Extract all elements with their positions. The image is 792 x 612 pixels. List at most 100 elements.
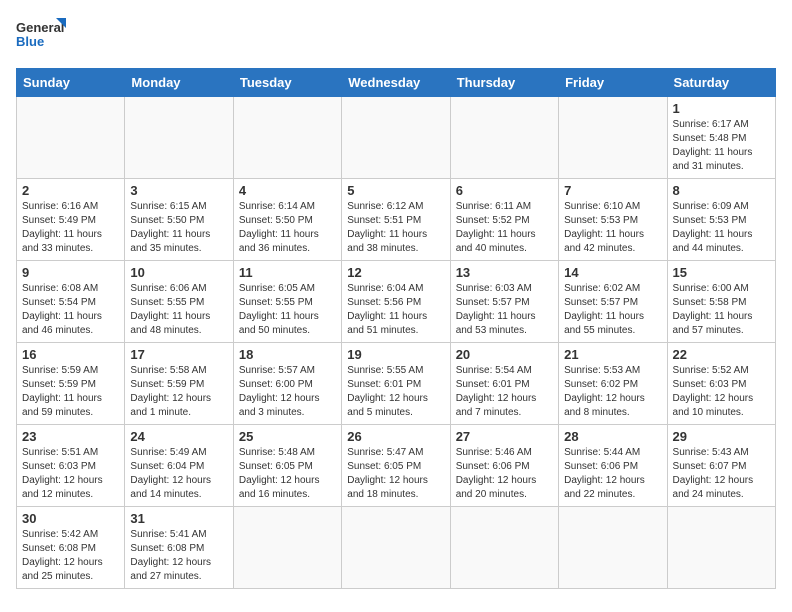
day-info: Sunrise: 6:06 AM Sunset: 5:55 PM Dayligh…	[130, 282, 227, 338]
calendar-week-row: 9 Sunrise: 6:08 AM Sunset: 5:54 PM Daylig…	[17, 261, 776, 343]
day-number: 25	[239, 429, 336, 444]
calendar-week-row: 30 Sunrise: 5:42 AM Sunset: 6:08 PM Dayli…	[17, 507, 776, 589]
calendar-week-row: 16Sunrise: 5:59 AM Sunset: 5:59 PM Dayli…	[17, 343, 776, 425]
svg-text:General: General	[16, 20, 64, 35]
calendar-cell: 20 Sunrise: 5:54 AM Sunset: 6:01 PM Dayli…	[450, 343, 558, 425]
day-number: 22	[673, 347, 770, 362]
logo: General Blue	[16, 16, 66, 58]
column-header-monday: Monday	[125, 69, 233, 97]
day-info: Sunrise: 5:52 AM Sunset: 6:03 PM Dayligh…	[673, 364, 770, 420]
day-number: 1	[673, 101, 770, 116]
day-number: 18	[239, 347, 336, 362]
day-number: 19	[347, 347, 444, 362]
day-number: 3	[130, 183, 227, 198]
calendar-cell: 16Sunrise: 5:59 AM Sunset: 5:59 PM Dayli…	[17, 343, 125, 425]
day-number: 9	[22, 265, 119, 280]
calendar-cell: 30 Sunrise: 5:42 AM Sunset: 6:08 PM Dayli…	[17, 507, 125, 589]
calendar-cell	[342, 97, 450, 179]
calendar-cell	[559, 97, 667, 179]
calendar-cell: 11Sunrise: 6:05 AM Sunset: 5:55 PM Dayli…	[233, 261, 341, 343]
calendar-cell: 28Sunrise: 5:44 AM Sunset: 6:06 PM Dayli…	[559, 425, 667, 507]
calendar-cell: 17Sunrise: 5:58 AM Sunset: 5:59 PM Dayli…	[125, 343, 233, 425]
calendar-cell: 31 Sunrise: 5:41 AM Sunset: 6:08 PM Dayli…	[125, 507, 233, 589]
calendar-cell	[233, 507, 341, 589]
day-number: 2	[22, 183, 119, 198]
calendar-cell: 26 Sunrise: 5:47 AM Sunset: 6:05 PM Dayli…	[342, 425, 450, 507]
calendar-cell: 2Sunrise: 6:16 AM Sunset: 5:49 PM Daylig…	[17, 179, 125, 261]
day-info: Sunrise: 6:10 AM Sunset: 5:53 PM Dayligh…	[564, 200, 661, 256]
calendar-header-row: SundayMondayTuesdayWednesdayThursdayFrid…	[17, 69, 776, 97]
day-info: Sunrise: 5:44 AM Sunset: 6:06 PM Dayligh…	[564, 446, 661, 502]
calendar-cell	[450, 97, 558, 179]
svg-text:Blue: Blue	[16, 34, 44, 49]
day-info: Sunrise: 5:54 AM Sunset: 6:01 PM Dayligh…	[456, 364, 553, 420]
calendar-cell: 29Sunrise: 5:43 AM Sunset: 6:07 PM Dayli…	[667, 425, 775, 507]
day-number: 20	[456, 347, 553, 362]
day-info: Sunrise: 6:05 AM Sunset: 5:55 PM Dayligh…	[239, 282, 336, 338]
column-header-friday: Friday	[559, 69, 667, 97]
day-info: Sunrise: 6:02 AM Sunset: 5:57 PM Dayligh…	[564, 282, 661, 338]
day-info: Sunrise: 5:42 AM Sunset: 6:08 PM Dayligh…	[22, 528, 119, 584]
calendar-cell: 27Sunrise: 5:46 AM Sunset: 6:06 PM Dayli…	[450, 425, 558, 507]
day-info: Sunrise: 5:41 AM Sunset: 6:08 PM Dayligh…	[130, 528, 227, 584]
day-info: Sunrise: 6:17 AM Sunset: 5:48 PM Dayligh…	[673, 118, 770, 174]
day-number: 14	[564, 265, 661, 280]
day-number: 31	[130, 511, 227, 526]
day-info: Sunrise: 5:55 AM Sunset: 6:01 PM Dayligh…	[347, 364, 444, 420]
calendar-week-row: 23 Sunrise: 5:51 AM Sunset: 6:03 PM Dayli…	[17, 425, 776, 507]
calendar-cell	[667, 507, 775, 589]
day-number: 23	[22, 429, 119, 444]
day-info: Sunrise: 5:47 AM Sunset: 6:05 PM Dayligh…	[347, 446, 444, 502]
calendar-cell: 9 Sunrise: 6:08 AM Sunset: 5:54 PM Daylig…	[17, 261, 125, 343]
day-number: 26	[347, 429, 444, 444]
calendar-cell: 5 Sunrise: 6:12 AM Sunset: 5:51 PM Daylig…	[342, 179, 450, 261]
day-info: Sunrise: 6:12 AM Sunset: 5:51 PM Dayligh…	[347, 200, 444, 256]
day-number: 10	[130, 265, 227, 280]
day-number: 13	[456, 265, 553, 280]
calendar-cell	[450, 507, 558, 589]
day-info: Sunrise: 6:03 AM Sunset: 5:57 PM Dayligh…	[456, 282, 553, 338]
day-info: Sunrise: 6:08 AM Sunset: 5:54 PM Dayligh…	[22, 282, 119, 338]
day-info: Sunrise: 6:15 AM Sunset: 5:50 PM Dayligh…	[130, 200, 227, 256]
column-header-thursday: Thursday	[450, 69, 558, 97]
calendar-cell: 14 Sunrise: 6:02 AM Sunset: 5:57 PM Dayli…	[559, 261, 667, 343]
calendar-cell: 13 Sunrise: 6:03 AM Sunset: 5:57 PM Dayli…	[450, 261, 558, 343]
column-header-tuesday: Tuesday	[233, 69, 341, 97]
logo-svg: General Blue	[16, 16, 66, 58]
calendar-cell: 1 Sunrise: 6:17 AM Sunset: 5:48 PM Daylig…	[667, 97, 775, 179]
calendar-week-row: 2Sunrise: 6:16 AM Sunset: 5:49 PM Daylig…	[17, 179, 776, 261]
calendar-cell: 3 Sunrise: 6:15 AM Sunset: 5:50 PM Daylig…	[125, 179, 233, 261]
day-info: Sunrise: 5:51 AM Sunset: 6:03 PM Dayligh…	[22, 446, 119, 502]
day-info: Sunrise: 6:09 AM Sunset: 5:53 PM Dayligh…	[673, 200, 770, 256]
calendar-cell: 8 Sunrise: 6:09 AM Sunset: 5:53 PM Daylig…	[667, 179, 775, 261]
day-info: Sunrise: 5:59 AM Sunset: 5:59 PM Dayligh…	[22, 364, 119, 420]
calendar-cell	[559, 507, 667, 589]
calendar-cell	[17, 97, 125, 179]
calendar-cell: 18 Sunrise: 5:57 AM Sunset: 6:00 PM Dayli…	[233, 343, 341, 425]
calendar-cell: 21Sunrise: 5:53 AM Sunset: 6:02 PM Dayli…	[559, 343, 667, 425]
day-number: 29	[673, 429, 770, 444]
column-header-wednesday: Wednesday	[342, 69, 450, 97]
calendar-cell: 19 Sunrise: 5:55 AM Sunset: 6:01 PM Dayli…	[342, 343, 450, 425]
calendar-cell: 10 Sunrise: 6:06 AM Sunset: 5:55 PM Dayli…	[125, 261, 233, 343]
day-number: 27	[456, 429, 553, 444]
day-info: Sunrise: 5:57 AM Sunset: 6:00 PM Dayligh…	[239, 364, 336, 420]
day-info: Sunrise: 5:49 AM Sunset: 6:04 PM Dayligh…	[130, 446, 227, 502]
calendar-cell	[125, 97, 233, 179]
day-number: 5	[347, 183, 444, 198]
calendar-cell: 25 Sunrise: 5:48 AM Sunset: 6:05 PM Dayli…	[233, 425, 341, 507]
calendar-cell: 7 Sunrise: 6:10 AM Sunset: 5:53 PM Daylig…	[559, 179, 667, 261]
day-number: 6	[456, 183, 553, 198]
calendar-cell: 23 Sunrise: 5:51 AM Sunset: 6:03 PM Dayli…	[17, 425, 125, 507]
day-number: 12	[347, 265, 444, 280]
column-header-saturday: Saturday	[667, 69, 775, 97]
header: General Blue	[16, 16, 776, 58]
day-number: 8	[673, 183, 770, 198]
day-info: Sunrise: 5:48 AM Sunset: 6:05 PM Dayligh…	[239, 446, 336, 502]
day-info: Sunrise: 6:11 AM Sunset: 5:52 PM Dayligh…	[456, 200, 553, 256]
day-info: Sunrise: 6:04 AM Sunset: 5:56 PM Dayligh…	[347, 282, 444, 338]
day-number: 7	[564, 183, 661, 198]
calendar-cell	[233, 97, 341, 179]
column-header-sunday: Sunday	[17, 69, 125, 97]
day-number: 30	[22, 511, 119, 526]
